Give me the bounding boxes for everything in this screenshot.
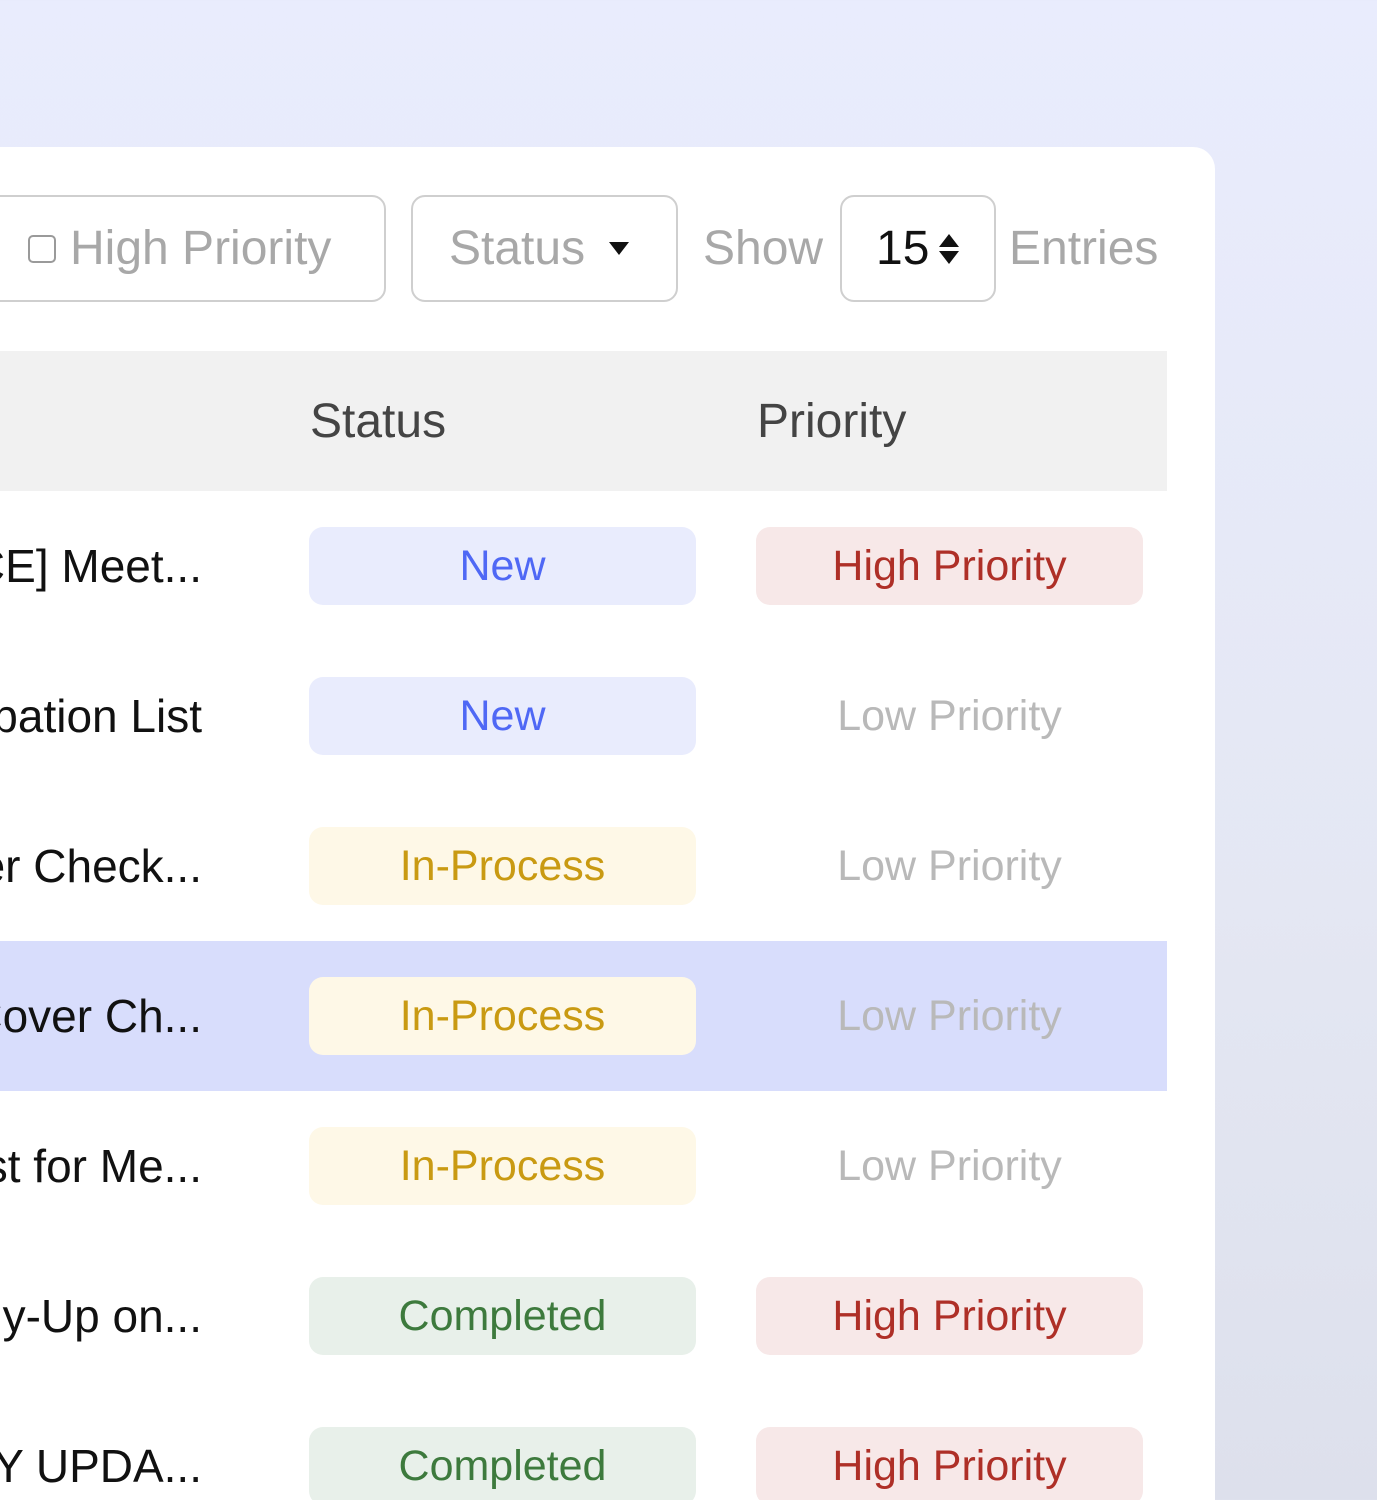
entries-label: Entries <box>1009 222 1159 275</box>
subject-cell[interactable]: er Check... <box>0 791 202 941</box>
table-row[interactable]: CY UPDA... Completed High Priority <box>0 1391 1167 1500</box>
table-row[interactable]: Cover Ch... In-Process Low Priority <box>0 941 1167 1091</box>
entries-value: 15 <box>876 222 930 275</box>
priority-badge: Low Priority <box>837 841 1062 890</box>
show-label: Show <box>703 222 824 275</box>
sort-down-icon <box>939 250 960 264</box>
priority-badge: Low Priority <box>837 691 1062 740</box>
subject-cell[interactable]: CY UPDA... <box>0 1391 202 1500</box>
entries-per-page-select[interactable]: 15 <box>840 195 996 302</box>
priority-badge: Low Priority <box>837 991 1062 1040</box>
priority-badge: High Priority <box>756 527 1143 605</box>
column-header-status[interactable]: Status <box>310 351 446 491</box>
status-badge: New <box>309 527 696 605</box>
status-badge: Completed <box>309 1277 696 1355</box>
stepper-icon[interactable] <box>939 233 960 264</box>
status-dropdown[interactable]: Status <box>411 195 678 302</box>
table-header: ct Status Priority <box>0 351 1167 491</box>
high-priority-filter[interactable]: High Priority <box>0 195 386 302</box>
column-header-priority[interactable]: Priority <box>757 351 906 491</box>
caret-down-icon <box>609 242 630 255</box>
subject-cell[interactable]: y-Up on... <box>3 1241 202 1391</box>
status-badge: In-Process <box>309 1127 696 1205</box>
tickets-panel: High Priority Status Show 15 Entries ct … <box>0 147 1215 1500</box>
subject-cell[interactable]: est for Me... <box>0 1091 202 1241</box>
subject-cell[interactable]: CE] Meet... <box>0 491 202 641</box>
status-badge: New <box>309 677 696 755</box>
table-row[interactable]: est for Me... In-Process Low Priority <box>0 1091 1167 1241</box>
status-badge: Completed <box>309 1427 696 1500</box>
table-row[interactable]: er Check... In-Process Low Priority <box>0 791 1167 941</box>
priority-badge: Low Priority <box>837 1141 1062 1190</box>
priority-badge: High Priority <box>756 1427 1143 1500</box>
high-priority-filter-label: High Priority <box>70 222 332 275</box>
table-row[interactable]: y-Up on... Completed High Priority <box>0 1241 1167 1391</box>
subject-cell[interactable]: ipation List <box>0 641 202 791</box>
high-priority-checkbox[interactable] <box>28 234 56 263</box>
subject-cell[interactable]: Cover Ch... <box>0 941 202 1091</box>
table-row[interactable]: ipation List New Low Priority <box>0 641 1167 791</box>
priority-badge: High Priority <box>756 1277 1143 1355</box>
sort-up-icon <box>939 233 960 247</box>
table-row[interactable]: CE] Meet... New High Priority <box>0 491 1167 641</box>
status-badge: In-Process <box>309 827 696 905</box>
status-dropdown-label: Status <box>449 222 586 275</box>
status-badge: In-Process <box>309 977 696 1055</box>
